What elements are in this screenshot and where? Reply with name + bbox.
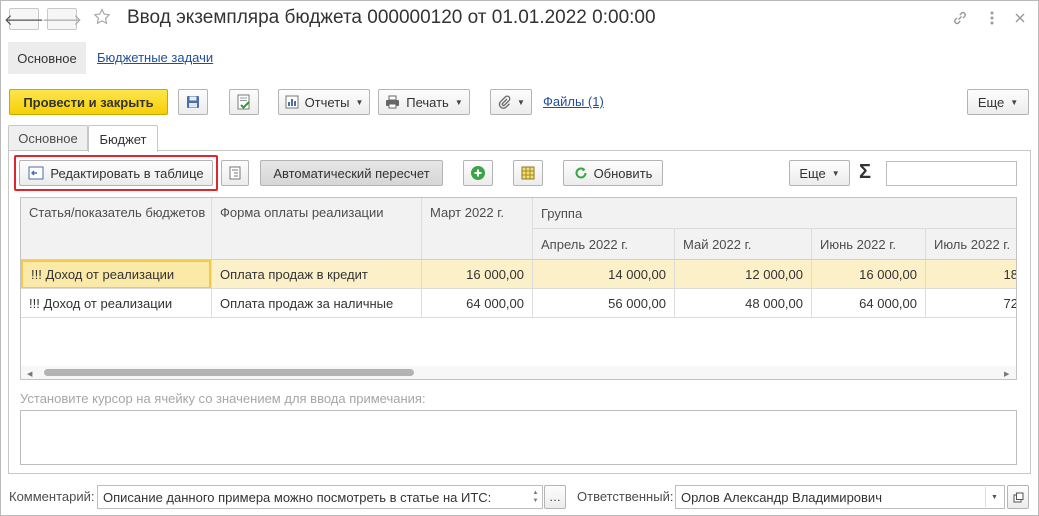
edit-in-table-button[interactable]: Редактировать в таблице xyxy=(19,160,213,186)
caret-down-icon: ▼ xyxy=(517,97,525,107)
header-may[interactable]: Май 2022 г. xyxy=(675,229,811,260)
caret-down-icon: ▼ xyxy=(1010,97,1019,107)
responsible-dropdown-icon[interactable]: ▼ xyxy=(985,487,1003,507)
post-document-icon xyxy=(237,94,250,110)
more-vertical-icon[interactable] xyxy=(981,7,1003,29)
post-button[interactable] xyxy=(229,89,259,115)
row1-article[interactable]: !!! Доход от реализации xyxy=(21,260,211,289)
paperclip-icon xyxy=(498,95,511,109)
attach-button[interactable]: ▼ xyxy=(490,89,532,115)
list-structure-icon xyxy=(229,166,241,180)
refresh-button[interactable]: Обновить xyxy=(563,160,663,186)
arrow-left-icon: 🡐 xyxy=(3,11,45,29)
header-payment-form[interactable]: Форма оплаты реализации xyxy=(212,198,421,260)
responsible-label: Ответственный: xyxy=(577,489,674,504)
grid-line xyxy=(674,229,675,318)
comment-label: Комментарий: xyxy=(9,489,95,504)
print-label: Печать xyxy=(406,94,449,110)
document-window: 🡐 🡒 Ввод экземпляра бюджета 000000120 от… xyxy=(0,0,1039,516)
grid-line xyxy=(421,198,422,318)
row1-june[interactable]: 16 000,00 xyxy=(812,260,925,289)
forward-button[interactable]: 🡒 xyxy=(42,8,82,30)
refresh-icon xyxy=(575,167,587,179)
print-button[interactable]: Печать ▼ xyxy=(378,89,470,115)
budget-more-button[interactable]: Еще ▼ xyxy=(789,160,850,186)
budget-more-label: Еще xyxy=(799,165,826,181)
budget-tasks-link[interactable]: Бюджетные задачи xyxy=(97,50,213,65)
open-form-icon xyxy=(1013,492,1023,502)
section-main[interactable]: Основное xyxy=(8,42,86,74)
reports-icon xyxy=(285,95,299,109)
scroll-left-icon[interactable]: ◀ xyxy=(27,370,32,378)
row2-march[interactable]: 64 000,00 xyxy=(422,289,532,318)
grid-line xyxy=(532,198,533,318)
files-link[interactable]: Файлы (1) xyxy=(543,94,604,109)
arrow-right-icon: 🡒 xyxy=(41,11,83,29)
note-hint: Установите курсор на ячейку со значением… xyxy=(20,391,426,406)
row2-june[interactable]: 64 000,00 xyxy=(812,289,925,318)
add-button[interactable] xyxy=(463,160,493,186)
scrollbar-thumb[interactable] xyxy=(44,369,414,376)
caret-down-icon: ▼ xyxy=(454,97,463,107)
note-field[interactable] xyxy=(20,410,1017,465)
budget-table: Статья/показатель бюджетов Форма оплаты … xyxy=(20,197,1017,380)
grid-line xyxy=(21,288,1016,289)
link-icon[interactable] xyxy=(949,7,971,29)
close-icon[interactable] xyxy=(1009,7,1031,29)
search-input[interactable] xyxy=(886,161,1017,186)
header-april[interactable]: Апрель 2022 г. xyxy=(533,229,674,260)
responsible-field[interactable]: Орлов Александр Владимирович xyxy=(675,485,1005,509)
favorite-star-icon[interactable] xyxy=(91,6,113,28)
row2-july[interactable]: 72 xyxy=(926,289,1016,318)
responsible-open-button[interactable] xyxy=(1007,485,1029,509)
grid-line xyxy=(533,228,1016,229)
grid-line xyxy=(811,229,812,318)
header-june[interactable]: Июнь 2022 г. xyxy=(812,229,925,260)
back-button[interactable]: 🡐 xyxy=(4,8,44,30)
header-march[interactable]: Март 2022 г. xyxy=(422,198,532,260)
edit-in-table-label: Редактировать в таблице xyxy=(50,165,204,181)
auto-recalc-toggle[interactable]: Автоматический пересчет xyxy=(260,160,443,186)
comment-spin-icon[interactable]: ▲ ▼ xyxy=(529,486,542,508)
more-label: Еще xyxy=(977,94,1005,110)
spreadsheet-button[interactable] xyxy=(513,160,543,186)
structure-button[interactable] xyxy=(221,160,249,186)
spreadsheet-icon xyxy=(521,166,535,180)
reports-label: Отчеты xyxy=(304,94,350,110)
row2-article[interactable]: !!! Доход от реализации xyxy=(21,289,211,318)
row2-may[interactable]: 48 000,00 xyxy=(675,289,811,318)
comment-open-button[interactable]: … xyxy=(544,485,566,509)
header-july[interactable]: Июль 2022 г. xyxy=(926,229,1016,260)
scroll-right-icon[interactable]: ▶ xyxy=(1004,370,1009,378)
refresh-label: Обновить xyxy=(593,165,653,181)
row2-payment-form[interactable]: Оплата продаж за наличные xyxy=(212,289,421,318)
post-and-close-button[interactable]: Провести и закрыть xyxy=(9,89,168,115)
printer-icon xyxy=(386,95,400,109)
row2-april[interactable]: 56 000,00 xyxy=(533,289,674,318)
caret-down-icon: ▼ xyxy=(831,168,840,178)
grid-line xyxy=(21,317,1016,318)
sum-icon[interactable]: Σ xyxy=(859,161,871,184)
comment-field[interactable]: Описание данного примера можно посмотрет… xyxy=(97,485,543,509)
edit-table-icon xyxy=(28,166,44,180)
row1-may[interactable]: 12 000,00 xyxy=(675,260,811,289)
grid-line xyxy=(925,229,926,318)
tab-main[interactable]: Основное xyxy=(8,125,88,151)
row1-july[interactable]: 18 xyxy=(926,260,1016,289)
row1-march[interactable]: 16 000,00 xyxy=(422,260,532,289)
caret-down-icon: ▼ xyxy=(355,97,364,107)
tab-budget[interactable]: Бюджет xyxy=(88,125,158,152)
page-title: Ввод экземпляра бюджета 000000120 от 01.… xyxy=(127,7,656,28)
row1-april[interactable]: 14 000,00 xyxy=(533,260,674,289)
grid-line xyxy=(21,259,1016,260)
header-article[interactable]: Статья/показатель бюджетов xyxy=(21,198,211,260)
plus-circle-icon xyxy=(471,166,485,180)
floppy-icon xyxy=(187,96,199,108)
header-group[interactable]: Группа xyxy=(533,198,1016,228)
row1-payment-form[interactable]: Оплата продаж в кредит xyxy=(212,260,421,289)
more-button[interactable]: Еще ▼ xyxy=(967,89,1029,115)
save-button[interactable] xyxy=(178,89,208,115)
reports-button[interactable]: Отчеты ▼ xyxy=(278,89,370,115)
grid-line xyxy=(211,198,212,318)
